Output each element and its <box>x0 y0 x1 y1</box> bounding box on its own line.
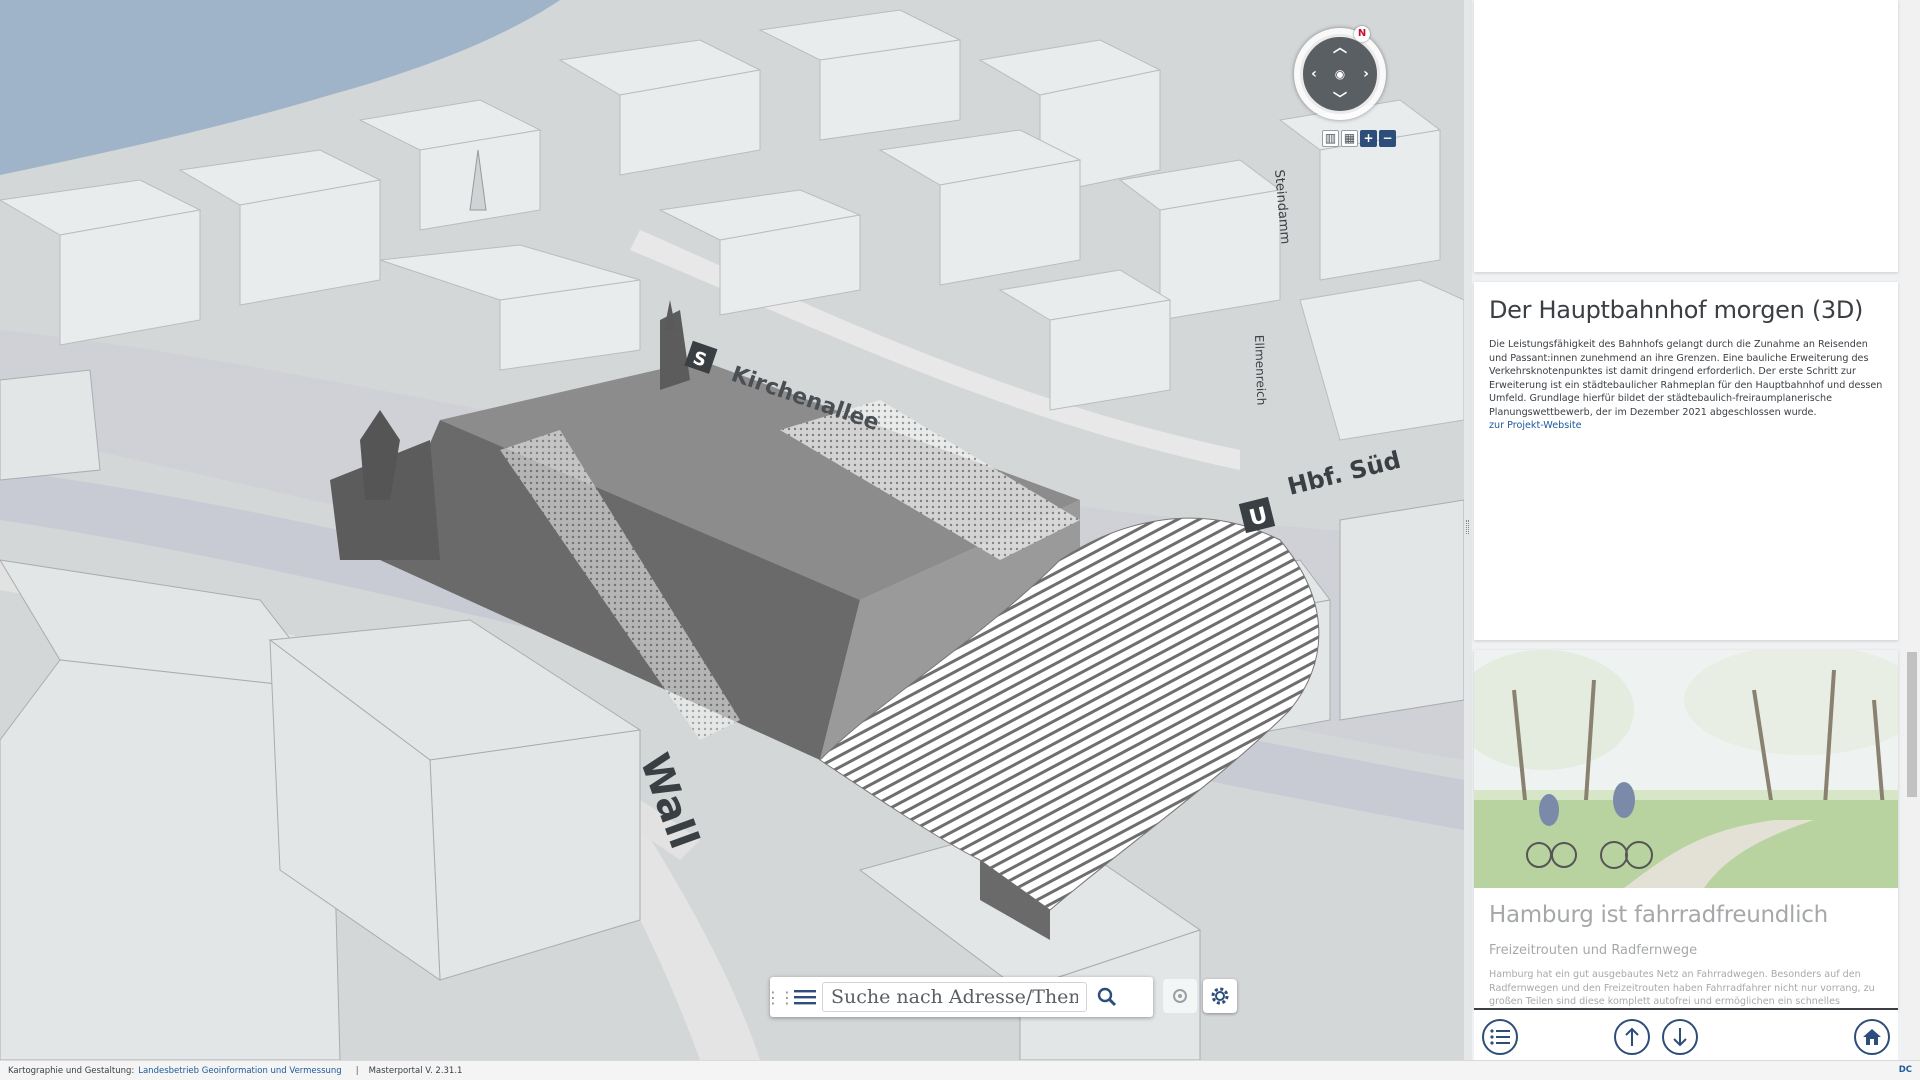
card-title: Der Hauptbahnhof morgen (3D) <box>1489 296 1864 324</box>
home-icon <box>1863 1029 1881 1045</box>
previous-chapter-button[interactable] <box>1614 1019 1650 1055</box>
drag-handle-icon[interactable]: ⋮⋮ <box>765 977 795 1017</box>
gear-icon <box>1211 987 1229 1005</box>
street-label-ellmenreich: Ellmenreich <box>1252 335 1268 406</box>
panel-scrollbar[interactable] <box>1904 0 1920 1060</box>
card-title: Hamburg ist fahrradfreundlich <box>1489 902 1828 928</box>
pan-left-icon[interactable]: ‹ <box>1306 66 1322 82</box>
panel-resize-divider[interactable] <box>1464 0 1472 1060</box>
table-of-contents-button[interactable] <box>1482 1019 1518 1055</box>
version-label: Masterportal V. 2.31.1 <box>368 1065 463 1076</box>
north-indicator[interactable]: N <box>1354 26 1370 42</box>
map-3d-view[interactable]: Kirchenallee Hbf. Süd U S Wall Steindamm… <box>0 0 1464 1060</box>
search-button[interactable] <box>1087 977 1127 1017</box>
cyclists-photo <box>1474 650 1898 888</box>
arrow-up-icon <box>1625 1027 1639 1046</box>
map-extra-buttons <box>1163 979 1237 1013</box>
pan-down-icon[interactable]: ﹀ <box>1332 92 1348 108</box>
story-panel: Der Hauptbahnhof morgen (3D) Die Leistun… <box>1464 0 1920 1060</box>
arrow-down-icon <box>1673 1028 1687 1047</box>
grid-toggle-button[interactable]: ▦ <box>1341 130 1358 147</box>
pan-up-icon[interactable]: ︿ <box>1332 40 1348 56</box>
2d-3d-toggle-button[interactable]: ▥ <box>1322 130 1339 147</box>
status-separator: | <box>355 1065 359 1076</box>
credit-label: Kartographie und Gestaltung: <box>8 1065 135 1076</box>
story-card-fahrrad: Hamburg ist fahrradfreundlich Freizeitro… <box>1474 650 1898 1010</box>
story-navigation-bar <box>1474 1008 1898 1060</box>
scrollbar-thumb[interactable] <box>1907 652 1917 797</box>
project-website-link[interactable]: zur Projekt-Website <box>1489 420 1883 431</box>
zoom-in-button[interactable]: + <box>1360 130 1377 147</box>
next-chapter-button[interactable] <box>1662 1019 1698 1055</box>
card-subtitle: Freizeitrouten und Radfernwege <box>1489 943 1698 958</box>
search-bar: ⋮⋮ <box>765 977 1153 1017</box>
eye-icon[interactable]: ◉ <box>1332 66 1348 82</box>
crosshair-icon <box>1173 989 1187 1003</box>
credit-link[interactable]: Landesbetrieb Geoinformation und Vermess… <box>138 1066 341 1076</box>
settings-button[interactable] <box>1203 979 1237 1013</box>
card-body: Hamburg hat ein gut ausgebautes Netz an … <box>1489 969 1875 1007</box>
hamburger-icon <box>794 990 816 1005</box>
pan-right-icon[interactable]: › <box>1358 66 1374 82</box>
list-icon <box>1490 1029 1510 1045</box>
zoom-out-button[interactable]: − <box>1379 130 1396 147</box>
map-tool-buttons: ▥ ▦ + − <box>1322 130 1396 147</box>
home-button[interactable] <box>1854 1019 1890 1055</box>
navigation-compass[interactable]: N ︿ ﹀ ‹ › ◉ <box>1294 26 1386 120</box>
status-bar: Kartographie und Gestaltung: Landesbetri… <box>0 1060 1920 1080</box>
card-body: Die Leistungsfähigkeit des Bahnhofs gela… <box>1489 339 1883 418</box>
city-3d-scene: Kirchenallee Hbf. Süd U S Wall Steindamm… <box>0 0 1464 1060</box>
search-icon <box>1097 987 1117 1007</box>
story-card-hauptbahnhof: Der Hauptbahnhof morgen (3D) Die Leistun… <box>1474 282 1898 640</box>
location-button[interactable] <box>1163 979 1197 1013</box>
search-input[interactable] <box>822 982 1087 1012</box>
story-card-empty <box>1474 0 1898 272</box>
menu-button[interactable] <box>788 977 822 1017</box>
status-badge[interactable]: DC <box>1899 1065 1912 1075</box>
